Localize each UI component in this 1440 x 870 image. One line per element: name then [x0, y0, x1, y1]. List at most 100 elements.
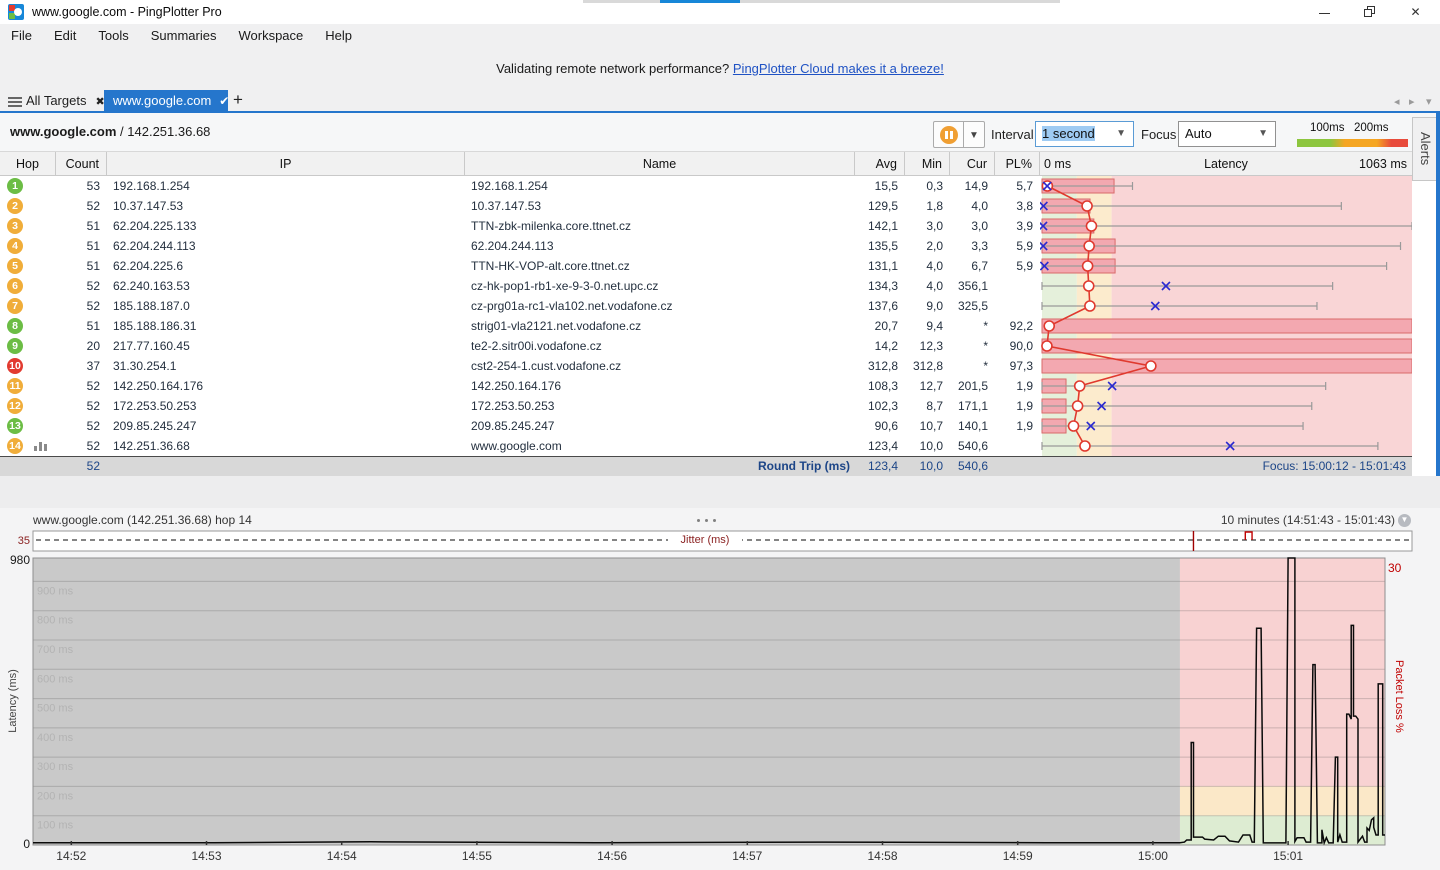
- cell-name: 192.168.1.254: [465, 176, 855, 196]
- hop-row-5[interactable]: 55162.204.225.6TTN-HK-VOP-alt.core.ttnet…: [0, 256, 1040, 276]
- grid-label-400: 400 ms: [37, 732, 74, 744]
- hop-row-10[interactable]: 103731.30.254.1cst2-254-1.cust.vodafone.…: [0, 356, 1040, 376]
- minimize-button[interactable]: [1302, 0, 1347, 24]
- focus-zone-orange: [1180, 786, 1385, 815]
- close-button[interactable]: ✕: [1393, 0, 1438, 24]
- avg-marker: [1082, 201, 1092, 211]
- hop-row-7[interactable]: 752185.188.187.0cz-prg01a-rc1-vla102.net…: [0, 296, 1040, 316]
- splitter-grip-icon[interactable]: [697, 509, 721, 527]
- avg-marker: [1080, 441, 1090, 451]
- avg-marker: [1042, 341, 1052, 351]
- restore-button[interactable]: [1347, 0, 1392, 24]
- hamburger-icon[interactable]: [8, 97, 22, 109]
- cell-pl: 97,3: [995, 356, 1040, 376]
- cell-avg: 312,8: [855, 356, 905, 376]
- hop-badge: 7: [7, 298, 23, 314]
- column-header-min[interactable]: Min: [905, 152, 950, 176]
- column-header-name[interactable]: Name: [465, 152, 855, 176]
- pause-button[interactable]: [933, 121, 964, 148]
- timeline-range-selector[interactable]: 10 minutes (14:51:43 - 15:01:43): [1221, 513, 1395, 527]
- cell-count: 52: [56, 416, 107, 436]
- column-header-avg[interactable]: Avg: [855, 152, 905, 176]
- restore-icon: [1364, 9, 1372, 17]
- cell-min: 10,0: [905, 436, 950, 456]
- pause-dropdown-button[interactable]: ▼: [963, 121, 985, 148]
- menu-file[interactable]: File: [0, 24, 43, 48]
- cell-count: 37: [56, 356, 107, 376]
- cell-name: strig01-vla2121.net.vodafone.cz: [465, 316, 855, 336]
- menu-edit[interactable]: Edit: [43, 24, 87, 48]
- cell-count: 51: [56, 316, 107, 336]
- x-tick-label: 14:52: [56, 849, 86, 863]
- hop-badge: 2: [7, 198, 23, 214]
- cell-cur: 540,6: [950, 436, 995, 456]
- hop-trace-svg: [1040, 176, 1412, 456]
- column-header-ip[interactable]: IP: [107, 152, 465, 176]
- packet-loss-axis-label: Packet Loss %: [1393, 660, 1405, 733]
- cell-count: 51: [56, 216, 107, 236]
- latency-axis-title: Latency: [1040, 152, 1412, 176]
- interval-select[interactable]: 1 second▼: [1035, 121, 1134, 147]
- chevron-down-icon: ▼: [1258, 122, 1268, 146]
- cell-pl: [995, 296, 1040, 316]
- hop-badge: 12: [7, 398, 23, 414]
- pane-splitter[interactable]: [0, 476, 1440, 508]
- banner-link[interactable]: PingPlotter Cloud makes it a breeze!: [733, 61, 944, 76]
- tab-all-targets[interactable]: All Targets✖: [26, 91, 105, 111]
- column-header-pl%[interactable]: PL%: [995, 152, 1040, 176]
- cell-pl: 3,8: [995, 196, 1040, 216]
- timeline-title: www.google.com (142.251.36.68) hop 14: [33, 513, 252, 527]
- hop-badge: 14: [7, 438, 23, 454]
- cell-pl: 3,9: [995, 216, 1040, 236]
- hop-row-11[interactable]: 1152142.250.164.176142.250.164.176108,31…: [0, 376, 1040, 396]
- new-tab-button[interactable]: +: [233, 90, 243, 110]
- avg-marker: [1075, 381, 1085, 391]
- focus-select[interactable]: Auto ▼: [1178, 121, 1276, 147]
- hop-row-1[interactable]: 153192.168.1.254192.168.1.25415,50,314,9…: [0, 176, 1040, 196]
- hop-row-3[interactable]: 35162.204.225.133TTN-zbk-milenka.core.tt…: [0, 216, 1040, 236]
- column-header-count[interactable]: Count: [56, 152, 107, 176]
- avg-marker: [1044, 321, 1054, 331]
- target-title: www.google.com / 142.251.36.68: [10, 124, 210, 139]
- chevron-down-circle-icon[interactable]: ▼: [1398, 514, 1411, 527]
- menu-workspace[interactable]: Workspace: [227, 24, 314, 48]
- hop-row-8[interactable]: 851185.188.186.31strig01-vla2121.net.vod…: [0, 316, 1040, 336]
- cell-min: 9,0: [905, 296, 950, 316]
- menu-tools[interactable]: Tools: [87, 24, 139, 48]
- tab-www-google-com[interactable]: www.google.com✔: [104, 90, 228, 111]
- avg-marker: [1085, 301, 1095, 311]
- round-trip-label: Round Trip (ms): [655, 457, 850, 476]
- tab-list-icon[interactable]: ▾: [1426, 95, 1432, 108]
- hop-row-2[interactable]: 25210.37.147.5310.37.147.53129,51,84,03,…: [0, 196, 1040, 216]
- cell-avg: 123,4: [855, 436, 905, 456]
- focus-value: Auto: [1185, 126, 1212, 141]
- menu-help[interactable]: Help: [314, 24, 363, 48]
- column-header-cur[interactable]: Cur: [950, 152, 995, 176]
- hop-row-14[interactable]: 1452142.251.36.68www.google.com123,410,0…: [0, 436, 1040, 456]
- cell-count: 52: [56, 196, 107, 216]
- column-header-latency[interactable]: 0 msLatency1063 ms: [1040, 152, 1412, 176]
- tab-scroll-right-icon[interactable]: ▸: [1409, 95, 1415, 108]
- app-icon: [8, 4, 24, 20]
- menu-summaries[interactable]: Summaries: [140, 24, 228, 48]
- hop-row-6[interactable]: 65262.240.163.53cz-hk-pop1-rb1-xe-9-3-0.…: [0, 276, 1040, 296]
- tab-check-icon: ✔: [219, 94, 229, 108]
- cell-pl: 1,9: [995, 396, 1040, 416]
- cell-ip: 217.77.160.45: [107, 336, 465, 356]
- jitter-axis-max: 35: [18, 535, 30, 547]
- column-header-hop[interactable]: Hop: [0, 152, 56, 176]
- cell-count: 52: [56, 276, 107, 296]
- latency-scale-gradient: [1297, 139, 1408, 147]
- pingplotter-window: www.google.com - PingPlotter Pro ✕ FileE…: [0, 0, 1440, 870]
- avg-marker: [1084, 281, 1094, 291]
- cell-min: 4,0: [905, 276, 950, 296]
- hop-row-12[interactable]: 1252172.253.50.253172.253.50.253102,38,7…: [0, 396, 1040, 416]
- hop-badge: 1: [7, 178, 23, 194]
- hop-row-4[interactable]: 45162.204.244.11362.204.244.113135,52,03…: [0, 236, 1040, 256]
- hop-row-9[interactable]: 920217.77.160.45te2-2.sitr00i.vodafone.c…: [0, 336, 1040, 356]
- cell-avg: 137,6: [855, 296, 905, 316]
- tab-scroll-left-icon[interactable]: ◂: [1394, 95, 1400, 108]
- alerts-side-tab[interactable]: Alerts: [1412, 117, 1436, 181]
- cell-name: 62.204.244.113: [465, 236, 855, 256]
- hop-row-13[interactable]: 1352209.85.245.247209.85.245.24790,610,7…: [0, 416, 1040, 436]
